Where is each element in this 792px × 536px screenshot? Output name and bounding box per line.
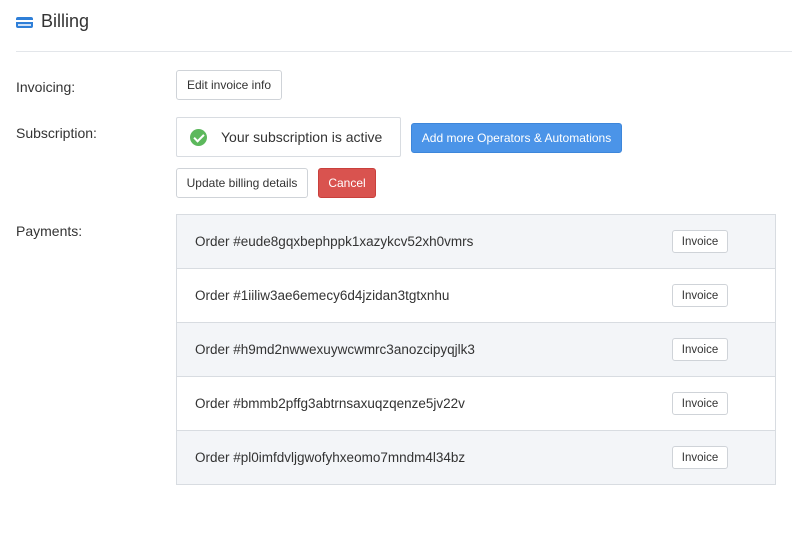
order-id: Order #1iiliw3ae6emecy6d4jzidan3tgtxnhu [195, 288, 450, 303]
payment-row: Order #1iiliw3ae6emecy6d4jzidan3tgtxnhu … [177, 269, 775, 323]
update-billing-details-button[interactable]: Update billing details [176, 168, 308, 198]
invoice-button[interactable]: Invoice [672, 392, 728, 415]
edit-invoice-info-button[interactable]: Edit invoice info [176, 70, 282, 100]
page-header: Billing [16, 0, 792, 52]
payment-row: Order #bmmb2pffg3abtrnsaxuqzqenze5jv22v … [177, 377, 775, 431]
payment-row: Order #eude8gqxbephppk1xazykcv52xh0vmrs … [177, 215, 775, 269]
order-id: Order #h9md2nwwexuywcwmrc3anozcipyqjlk3 [195, 342, 475, 357]
invoice-button[interactable]: Invoice [672, 284, 728, 307]
invoicing-label: Invoicing: [16, 79, 76, 95]
add-operators-button[interactable]: Add more Operators & Automations [411, 123, 622, 153]
payments-label: Payments: [16, 223, 83, 239]
payment-row: Order #pl0imfdvljgwofyhxeomo7mndm4l34bz … [177, 431, 775, 484]
subscription-status-text: Your subscription is active [221, 129, 383, 145]
payment-row: Order #h9md2nwwexuywcwmrc3anozcipyqjlk3 … [177, 323, 775, 377]
order-id: Order #pl0imfdvljgwofyhxeomo7mndm4l34bz [195, 450, 466, 465]
credit-card-icon [16, 17, 33, 28]
payments-list: Order #eude8gqxbephppk1xazykcv52xh0vmrs … [176, 214, 776, 485]
subscription-label: Subscription: [16, 125, 97, 141]
cancel-subscription-button[interactable]: Cancel [318, 168, 376, 198]
order-id: Order #eude8gqxbephppk1xazykcv52xh0vmrs [195, 234, 474, 249]
order-id: Order #bmmb2pffg3abtrnsaxuqzqenze5jv22v [195, 396, 465, 411]
invoice-button[interactable]: Invoice [672, 446, 728, 469]
invoice-button[interactable]: Invoice [672, 230, 728, 253]
check-circle-icon [190, 129, 207, 146]
invoice-button[interactable]: Invoice [672, 338, 728, 361]
page-title: Billing [41, 11, 90, 31]
subscription-status: Your subscription is active [176, 117, 401, 157]
